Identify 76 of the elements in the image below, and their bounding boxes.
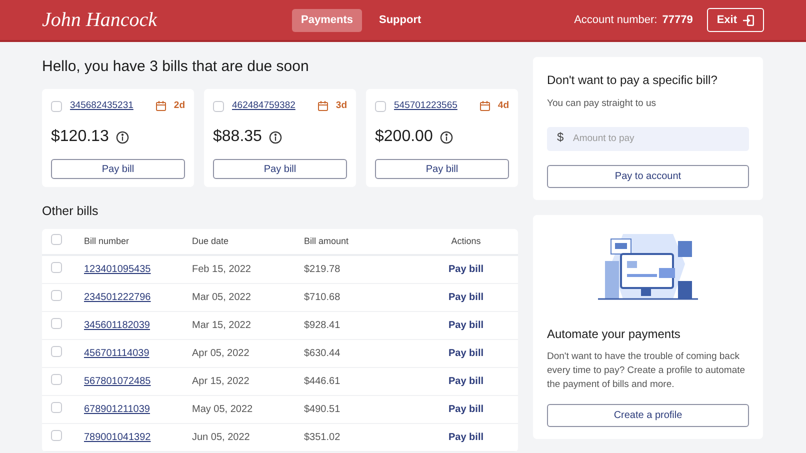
bill-amount: $200.00 [375,127,433,148]
bill-amount: $120.13 [51,127,109,148]
checkbox[interactable] [375,100,386,112]
due-date: Feb 15, 2022 [192,263,252,277]
exit-icon [743,14,754,26]
checkbox[interactable] [51,402,62,412]
bill-amount: $446.61 [304,375,342,389]
info-icon [440,130,453,144]
bill-amount: $219.78 [304,263,342,277]
checkbox[interactable] [51,100,62,112]
bill-number-link[interactable]: 456701114039 [84,346,192,361]
account-label: Account number: [574,12,658,28]
due-date: Apr 15, 2022 [192,375,250,389]
currency-symbol: $ [557,129,564,146]
due-date: Apr 05, 2022 [192,347,250,361]
bill-amount: $928.41 [304,319,342,333]
bill-amount: $88.35 [213,127,262,148]
info-icon [116,130,129,144]
exit-button[interactable]: Exit [706,8,764,32]
checkbox[interactable] [51,234,62,245]
calendar-icon [318,101,328,112]
logo[interactable]: John Hancock [42,5,292,35]
checkbox[interactable] [51,430,62,440]
bill-number-link[interactable]: 345682435231 [70,99,134,114]
card-subtitle: You can pay straight to us [547,97,657,111]
pay-bill-button[interactable]: Pay bill [51,159,185,180]
nav-tab[interactable]: Support [370,8,430,32]
column-header: Due date [192,234,230,248]
card-title: Don't want to pay a specific bill? [547,72,718,89]
greeting: Hello, you have 3 bills that are due soon [42,57,310,77]
bill-number-link[interactable]: 678901211039 [84,402,192,417]
bill-number-link[interactable]: 462484759382 [232,99,296,114]
column-header: Bill amount [304,234,350,248]
card-text: Don't want to have the trouble of coming back every time to pay? Create a profile to automate the payment of bills and more. [547,350,746,392]
pay-bill-link[interactable]: Pay bill [446,318,486,333]
pay-bill-link[interactable]: Pay bill [446,346,486,361]
bill-amount: $351.02 [304,431,342,445]
due-days: 2d [174,99,185,114]
pay-bill-link[interactable]: Pay bill [446,402,486,417]
pay-bill-button[interactable]: Pay bill [375,159,509,180]
column-header: Bill number [84,234,130,248]
pay-bill-link[interactable]: Pay bill [446,430,486,445]
due-days: 4d [498,99,509,114]
account-number: 77779 [662,12,693,28]
checkbox[interactable] [51,290,62,300]
bill-number-link[interactable]: 345601182039 [84,318,192,333]
due-days: 3d [336,99,347,114]
checkbox[interactable] [51,346,62,356]
due-date: Jun 05, 2022 [192,431,251,445]
create-profile-button[interactable]: Create a profile [547,404,749,427]
column-header: Actions [450,234,482,248]
bill-amount: $490.51 [304,403,342,417]
calendar-icon [480,101,490,112]
checkbox[interactable] [51,262,62,272]
bill-number-link[interactable]: 789001041392 [84,430,192,445]
section-title: Other bills [42,203,100,220]
due-date: May 05, 2022 [192,403,254,417]
checkbox[interactable] [51,318,62,328]
checkbox[interactable] [51,374,62,384]
bill-number-link[interactable]: 567801072485 [84,374,192,389]
pay-bill-link[interactable]: Pay bill [446,374,486,389]
pay-bill-link[interactable]: Pay bill [446,290,486,305]
bill-amount: $630.44 [304,347,342,361]
due-date: Mar 05, 2022 [192,291,252,305]
due-date: Mar 15, 2022 [192,319,252,333]
pay-account-button[interactable]: Pay to account [547,164,749,188]
bill-number-link[interactable]: 234501222796 [84,290,192,305]
bill-number-link[interactable]: 545701223565 [394,99,458,114]
bill-amount: $710.68 [304,291,342,305]
card-title: Automate your payments [547,326,682,343]
pay-bill-link[interactable]: Pay bill [446,262,486,277]
pay-bill-button[interactable]: Pay bill [213,159,347,180]
checkbox[interactable] [213,100,224,112]
calendar-icon [156,101,166,112]
bill-number-link[interactable]: 123401095435 [84,262,192,277]
info-icon [268,130,282,144]
